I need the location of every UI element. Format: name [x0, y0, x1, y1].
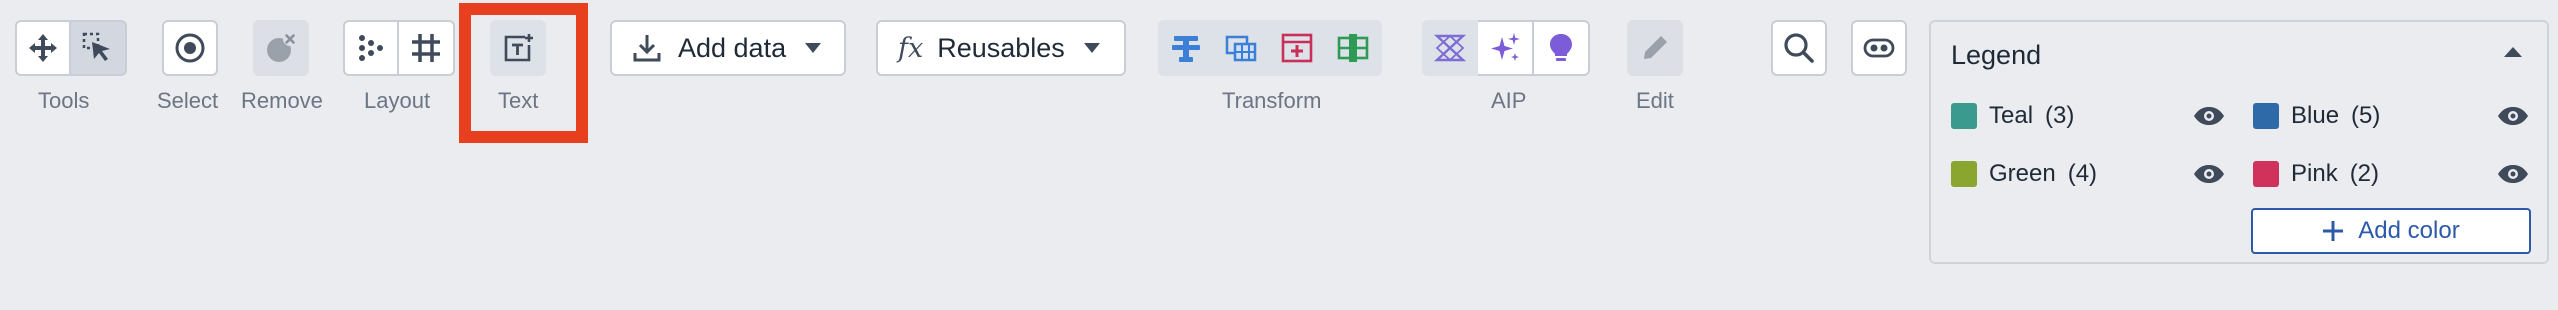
edit-button[interactable] [1627, 20, 1683, 76]
move-tool-button[interactable] [15, 20, 71, 76]
legend-item-count: (2) [2349, 160, 2380, 187]
eye-icon[interactable] [2497, 106, 2529, 126]
aip-group [1422, 20, 1590, 76]
select-button[interactable] [162, 20, 218, 76]
highlight-box [459, 3, 588, 143]
split-button[interactable] [1326, 20, 1382, 76]
transform-group [1158, 20, 1382, 76]
tools-group [15, 20, 127, 76]
legend-item-name: Teal [1989, 102, 2034, 129]
move-icon [29, 34, 57, 62]
eye-icon[interactable] [2193, 164, 2225, 184]
add-panel-button[interactable] [1270, 20, 1326, 76]
table-icon [1225, 35, 1257, 62]
table-button[interactable] [1214, 20, 1270, 76]
legend-swatch [2253, 103, 2279, 129]
aip-assist-button[interactable] [1478, 20, 1534, 76]
layout-label: Layout [364, 88, 431, 113]
eye-icon[interactable] [2193, 106, 2225, 126]
aip-ideas-button[interactable] [1534, 20, 1590, 76]
pointer-icon [82, 32, 110, 61]
legend-item-count: (3) [2045, 102, 2075, 129]
scatter-layout-icon [359, 35, 383, 61]
layout-group [343, 20, 455, 76]
legend-item-name: Blue [2291, 102, 2340, 129]
remove-button[interactable] [253, 20, 309, 76]
add-color-button[interactable]: Add color [2251, 208, 2531, 254]
download-icon [633, 35, 661, 62]
sparkle-icon [1491, 33, 1520, 61]
filter-button[interactable] [1158, 20, 1214, 76]
toggle-group [1851, 20, 1907, 76]
remove-group [253, 20, 309, 76]
add-panel-icon [1281, 33, 1313, 63]
legend-swatch [1951, 103, 1977, 129]
chevron-down-icon [805, 43, 822, 53]
grid-layout-button[interactable] [399, 20, 455, 76]
toggle-icon [1863, 38, 1895, 58]
legend-item-name: Green [1989, 160, 2056, 187]
legend-swatch [1951, 161, 1977, 187]
function-icon: fx [898, 32, 924, 64]
add-data-label: Add data [678, 32, 787, 63]
transform-label: Transform [1222, 88, 1322, 113]
scatter-layout-button[interactable] [343, 20, 399, 76]
add-color-label: Add color [2358, 217, 2460, 244]
legend-item-count: (4) [2067, 160, 2098, 187]
edit-group [1627, 20, 1683, 76]
legend-swatch [2253, 161, 2279, 187]
toggle-button[interactable] [1851, 20, 1907, 76]
target-icon [175, 33, 205, 63]
legend-item-green[interactable]: Green (4) [1951, 160, 2097, 188]
legend-item-count: (5) [2351, 102, 2381, 129]
chevron-down-icon [1083, 43, 1100, 53]
search-button[interactable] [1771, 20, 1827, 76]
legend-item-pink[interactable]: Pink (2) [2253, 160, 2379, 188]
plus-icon [2323, 221, 2344, 241]
grid-layout-icon [412, 34, 440, 62]
legend-item-teal[interactable]: Teal (3) [1951, 102, 2074, 130]
remove-node-icon [267, 32, 297, 62]
remove-label: Remove [241, 88, 323, 113]
aip-label: AIP [1491, 88, 1527, 113]
select-label: Select [157, 88, 219, 113]
search-group [1771, 20, 1827, 76]
legend-item-blue[interactable]: Blue (5) [2253, 102, 2380, 130]
select-group [162, 20, 218, 76]
aip-logic-button[interactable] [1422, 20, 1478, 76]
pointer-tool-button[interactable] [71, 20, 127, 76]
legend-title: Legend [1951, 40, 2042, 70]
eye-icon[interactable] [2497, 164, 2529, 184]
reusables-label: Reusables [937, 32, 1065, 63]
edit-label: Edit [1636, 88, 1674, 113]
bulb-icon [1550, 34, 1572, 61]
hourglass-icon [1433, 34, 1467, 62]
split-icon [1337, 34, 1369, 62]
reusables-dropdown[interactable]: fx Reusables [876, 20, 1126, 76]
add-data-dropdown[interactable]: Add data [610, 20, 846, 76]
legend-item-name: Pink [2291, 160, 2338, 187]
pencil-icon [1644, 36, 1667, 59]
search-icon [1784, 33, 1814, 63]
collapse-icon[interactable] [2503, 46, 2523, 58]
filter-icon [1172, 36, 1200, 62]
tools-label: Tools [38, 88, 90, 113]
legend-panel: Legend Teal (3) Blue (5) Green (4) Pink … [1929, 20, 2549, 264]
